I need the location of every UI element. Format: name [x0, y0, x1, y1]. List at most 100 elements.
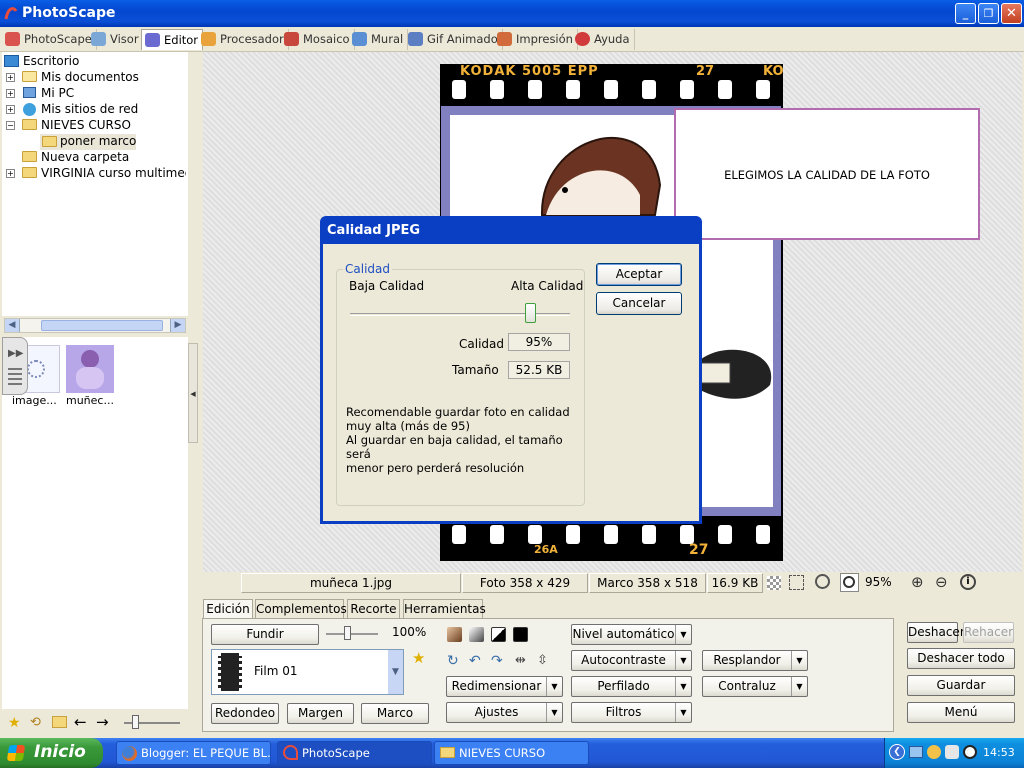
rehacer-button[interactable]: Rehacer — [963, 622, 1014, 643]
zoom-out-icon[interactable]: ⊖ — [935, 573, 948, 591]
black-white-icon[interactable] — [491, 627, 506, 642]
tray-app-icon[interactable] — [945, 745, 959, 759]
rotate-right-icon[interactable]: ↷ — [491, 653, 503, 669]
rotate-left-icon[interactable]: ↶ — [469, 653, 481, 669]
tab-edicion[interactable]: Edición — [203, 599, 253, 620]
chevron-down-icon[interactable]: ▼ — [675, 651, 691, 670]
tab-impresion[interactable]: Impresión — [494, 29, 578, 50]
back-arrow-icon[interactable]: ← — [74, 713, 87, 731]
scroll-left-icon[interactable]: ◀ — [5, 319, 20, 332]
task-nieves-curso[interactable]: NIEVES CURSO — [434, 741, 589, 765]
redondeo-button[interactable]: Redondeo — [211, 703, 279, 724]
marco-button[interactable]: Marco — [361, 703, 429, 724]
chevron-down-icon[interactable]: ▼ — [546, 677, 562, 696]
tab-visor[interactable]: Visor — [88, 29, 144, 50]
chevron-down-icon[interactable]: ▼ — [546, 703, 562, 722]
tab-mosaico[interactable]: Mosaico — [281, 29, 355, 50]
tab-mural[interactable]: Mural — [349, 29, 409, 50]
task-photoscape[interactable]: PhotoScape — [277, 741, 432, 765]
info-icon[interactable]: i — [960, 574, 976, 590]
scroll-thumb[interactable] — [41, 320, 163, 331]
redimensionar-button[interactable]: Redimensionar ▼ — [446, 676, 563, 697]
tab-herramientas[interactable]: Herramientas — [403, 599, 486, 619]
chevron-down-icon[interactable]: ▼ — [675, 703, 691, 722]
tab-gif-animado[interactable]: Gif Animado — [405, 29, 503, 50]
opacity-slider-thumb[interactable] — [344, 626, 351, 640]
actual-size-icon[interactable] — [815, 574, 830, 589]
chevron-down-icon[interactable]: ▼ — [791, 651, 807, 670]
tab-photoscape[interactable]: PhotoScape — [2, 29, 97, 50]
negative-icon[interactable] — [513, 627, 528, 642]
transparency-icon[interactable] — [767, 576, 781, 590]
expand-icon[interactable]: + — [6, 169, 15, 178]
tree-item-mis-sitios-de-red[interactable]: + Mis sitios de red — [6, 102, 186, 118]
open-folder-icon[interactable] — [52, 716, 67, 728]
ajustes-button[interactable]: Ajustes ▼ — [446, 702, 563, 723]
chevron-down-icon[interactable]: ▼ — [675, 625, 691, 644]
rotate-icon[interactable]: ⟲ — [30, 715, 41, 730]
deshacer-todo-button[interactable]: Deshacer todo — [907, 648, 1015, 669]
tree-item-poner-marco[interactable]: poner marco — [40, 134, 136, 150]
forward-arrow-icon[interactable]: → — [96, 713, 109, 731]
quality-slider-thumb[interactable] — [524, 303, 536, 323]
guardar-button[interactable]: Guardar — [907, 675, 1015, 696]
chevron-down-icon[interactable]: ▼ — [675, 677, 691, 696]
tab-procesador[interactable]: Procesador — [198, 29, 289, 50]
side-toolbar-toggle[interactable]: ▶▶ — [2, 337, 28, 395]
messenger-icon[interactable] — [963, 745, 977, 759]
expand-icon[interactable]: + — [6, 105, 15, 114]
margen-button[interactable]: Margen — [287, 703, 354, 724]
maximize-button[interactable]: ❐ — [978, 3, 999, 24]
scroll-right-icon[interactable]: ▶ — [170, 319, 185, 332]
thumbnail-muneca[interactable] — [66, 345, 114, 393]
tray-app-icon[interactable] — [927, 745, 941, 759]
flip-horizontal-icon[interactable]: ⇹ — [515, 653, 526, 668]
perfilado-button[interactable]: Perfilado ▼ — [571, 676, 692, 697]
frame-select[interactable]: Film 01 ▼ — [211, 649, 404, 695]
rotate-cw-icon[interactable]: ↻ — [447, 653, 459, 669]
tree-item-virginia[interactable]: + VIRGINIA curso multimedia — [6, 166, 186, 182]
menu-button[interactable]: Menú — [907, 702, 1015, 723]
zoom-fit-icon[interactable] — [840, 573, 859, 592]
tab-recorte[interactable]: Recorte — [347, 599, 400, 619]
show-hidden-icons-button[interactable]: ❮ — [889, 744, 905, 760]
contraluz-button[interactable]: Contraluz ▼ — [702, 676, 808, 697]
fit-window-icon[interactable] — [789, 575, 804, 590]
expand-icon[interactable]: + — [6, 73, 15, 82]
autocontraste-button[interactable]: Autocontraste ▼ — [571, 650, 692, 671]
title-bar[interactable]: PhotoScape _ ❐ ✕ — [0, 0, 1024, 27]
tree-item-nueva-carpeta[interactable]: Nueva carpeta — [6, 150, 186, 166]
resplandor-button[interactable]: Resplandor ▼ — [702, 650, 808, 671]
tab-editor[interactable]: Editor — [141, 29, 204, 50]
sepia-icon[interactable] — [447, 627, 462, 642]
grayscale-icon[interactable] — [469, 627, 484, 642]
task-blogger[interactable]: Blogger: EL PEQUE BL... — [116, 741, 271, 765]
flip-vertical-icon[interactable]: ⇳ — [537, 653, 548, 668]
cancel-button[interactable]: Cancelar — [596, 292, 682, 315]
favorite-star-icon[interactable]: ★ — [412, 649, 425, 667]
filtros-button[interactable]: Filtros ▼ — [571, 702, 692, 723]
collapse-icon[interactable]: − — [6, 121, 15, 130]
deshacer-button[interactable]: Deshacer — [907, 622, 965, 643]
start-button[interactable]: Inicio — [0, 738, 103, 768]
network-tray-icon[interactable] — [909, 746, 923, 758]
nivel-automatico-button[interactable]: Nivel automático ▼ — [571, 624, 692, 645]
opacity-slider[interactable] — [326, 633, 378, 635]
tab-ayuda[interactable]: Ayuda — [572, 29, 635, 50]
slider-thumb[interactable] — [132, 715, 139, 729]
minimize-button[interactable]: _ — [955, 3, 976, 24]
zoom-in-icon[interactable]: ⊕ — [911, 573, 924, 591]
tree-item-mis-documentos[interactable]: + Mis documentos — [6, 70, 186, 86]
tree-horizontal-scrollbar[interactable]: ◀ ▶ — [4, 318, 186, 333]
tree-item-mi-pc[interactable]: + Mi PC — [6, 86, 186, 102]
close-button[interactable]: ✕ — [1001, 3, 1022, 24]
chevron-down-icon[interactable]: ▼ — [791, 677, 807, 696]
tree-item-nieves-curso[interactable]: − NIEVES CURSO — [6, 118, 186, 134]
chevron-down-icon[interactable]: ▼ — [388, 650, 403, 694]
accept-button[interactable]: Aceptar — [596, 263, 682, 286]
tab-complementos[interactable]: Complementos — [255, 599, 347, 619]
fundir-button[interactable]: Fundir — [211, 624, 319, 645]
expand-icon[interactable]: + — [6, 89, 15, 98]
star-icon[interactable]: ★ — [8, 715, 21, 731]
quality-slider-track[interactable] — [350, 313, 570, 316]
